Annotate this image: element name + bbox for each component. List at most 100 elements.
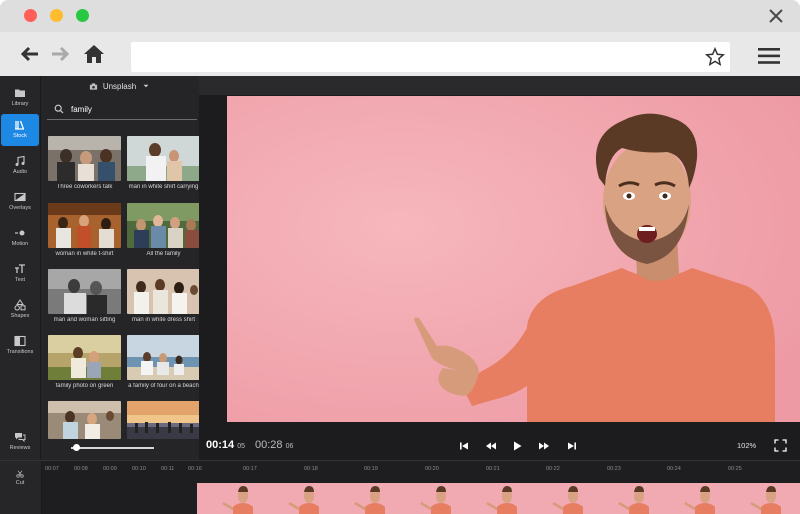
stock-result-item[interactable]: a family of four on a beach	[127, 335, 200, 389]
result-thumbnail	[48, 401, 121, 439]
tick-label: 00:16	[188, 466, 202, 472]
total-time: 00:28	[255, 439, 283, 451]
timeline-tools: Cut	[0, 461, 42, 514]
search-box	[47, 98, 197, 120]
shapes-icon	[14, 299, 26, 311]
tick-label: 00:10	[132, 466, 146, 472]
result-caption: man in white shirt carrying	[128, 184, 199, 190]
timeline: Cut 00:07 00:08 00:09 00:10 00:11 00:16 …	[0, 460, 800, 514]
video-editor: Library Stock Audio Overlays Motion Text	[0, 76, 800, 514]
camera-icon	[89, 82, 97, 90]
search-input[interactable]	[71, 101, 191, 117]
sidebar-item-label: Shapes	[10, 313, 30, 319]
scissors-icon	[16, 470, 24, 478]
rewind-icon[interactable]	[484, 439, 498, 453]
playback-controls: 00:14 05 00:28 06 102%	[199, 433, 800, 459]
address-bar[interactable]	[131, 42, 730, 72]
forward-arrow-icon[interactable]	[48, 42, 72, 66]
preview-stage: 00:14 05 00:28 06 102%	[199, 76, 800, 464]
bookmark-star-icon[interactable]	[704, 46, 726, 68]
stage-header	[199, 76, 800, 95]
tick-label: 00:18	[304, 466, 318, 472]
total-frames: 06	[285, 443, 294, 450]
sidebar-item-overlays[interactable]: Overlays	[1, 186, 39, 218]
sidebar-item-shapes[interactable]: Shapes	[1, 294, 39, 326]
tick-label: 00:11	[161, 466, 175, 472]
chevron-down-icon	[143, 84, 149, 88]
clip-frame	[791, 483, 800, 514]
minimize-window-button[interactable]	[50, 9, 63, 22]
stock-result-item[interactable]: Three coworkers talk	[48, 136, 121, 190]
stock-result-item[interactable]: woman in white t-shirt	[48, 203, 121, 257]
stock-result-item[interactable]	[127, 401, 200, 442]
sidebar-item-label: Stock	[13, 133, 27, 139]
clip-frame	[329, 483, 395, 514]
skip-to-end-icon[interactable]	[565, 439, 579, 453]
tick-label: 00:19	[364, 466, 378, 472]
slider-knob[interactable]	[73, 444, 80, 451]
home-icon[interactable]	[82, 42, 106, 66]
sidebar-item-library[interactable]: Library	[1, 82, 39, 114]
current-timecode: 00:14 05	[206, 439, 245, 451]
current-frames: 05	[237, 443, 245, 450]
result-caption: man in white dress shirt	[131, 317, 196, 323]
tick-label: 00:24	[667, 466, 681, 472]
result-caption: man and woman sitting	[53, 317, 116, 323]
tool-sidebar: Library Stock Audio Overlays Motion Text	[0, 76, 41, 514]
fast-forward-icon[interactable]	[537, 439, 551, 453]
result-caption: All the family	[146, 251, 181, 257]
clip-frame	[527, 483, 593, 514]
source-label: Unsplash	[102, 81, 137, 91]
result-thumbnail	[48, 335, 121, 380]
fullscreen-icon[interactable]	[774, 439, 787, 452]
cut-tool[interactable]: Cut	[4, 470, 36, 494]
close-icon[interactable]	[764, 4, 788, 28]
tick-label: 00:21	[486, 466, 500, 472]
back-arrow-icon[interactable]	[18, 42, 42, 66]
tick-label: 00:08	[74, 466, 88, 472]
tick-label: 00:17	[243, 466, 257, 472]
stock-icon	[15, 120, 25, 130]
timeline-ruler[interactable]: 00:07 00:08 00:09 00:10 00:11 00:16 00:1…	[42, 461, 800, 477]
sidebar-item-audio[interactable]: Audio	[1, 150, 39, 182]
skip-to-start-icon[interactable]	[457, 439, 471, 453]
sidebar-item-label: Audio	[12, 169, 28, 175]
sidebar-item-transitions[interactable]: Transitions	[1, 330, 39, 362]
stock-media-panel: Unsplash Three coworkers talk man in whi…	[41, 76, 200, 464]
clip-frame	[461, 483, 527, 514]
result-thumbnail	[127, 401, 200, 439]
source-dropdown[interactable]: Unsplash	[41, 76, 199, 96]
video-clip-track[interactable]	[197, 483, 800, 514]
tick-label: 00:07	[45, 466, 59, 472]
sidebar-item-label: Overlays	[9, 205, 31, 211]
play-icon[interactable]	[510, 439, 524, 453]
overlay-icon	[14, 192, 26, 202]
stock-result-item[interactable]: All the family	[127, 203, 200, 257]
stock-result-item[interactable]	[48, 401, 121, 442]
browser-toolbar	[0, 32, 800, 76]
video-preview[interactable]	[227, 96, 800, 422]
sidebar-item-motion[interactable]: Motion	[1, 222, 39, 254]
close-window-button[interactable]	[24, 9, 37, 22]
sidebar-item-label: Library	[11, 101, 29, 107]
stock-result-item[interactable]: man and woman sitting	[48, 269, 121, 323]
sidebar-item-text[interactable]: Text	[1, 258, 39, 290]
total-timecode: 00:28 06	[255, 439, 293, 451]
result-thumbnail	[127, 203, 200, 248]
hamburger-menu-icon[interactable]	[758, 47, 780, 65]
result-thumbnail	[48, 269, 121, 314]
stock-result-item[interactable]: man in white shirt carrying	[127, 136, 200, 190]
result-caption: a family of four on a beach	[128, 383, 199, 389]
stock-result-item[interactable]: family photo on green	[48, 335, 121, 389]
result-caption: Three coworkers talk	[56, 184, 113, 190]
sidebar-item-stock[interactable]: Stock	[1, 114, 39, 146]
sidebar-item-reviews[interactable]: Reviews	[1, 426, 39, 458]
result-thumbnail	[127, 136, 200, 181]
video-frame	[227, 96, 800, 422]
thumbnail-size-slider[interactable]	[71, 444, 154, 451]
clip-frame	[263, 483, 329, 514]
zoom-level[interactable]: 102%	[737, 441, 756, 450]
maximize-window-button[interactable]	[76, 9, 89, 22]
stock-result-item[interactable]: man in white dress shirt	[127, 269, 200, 323]
result-caption: woman in white t-shirt	[55, 251, 114, 257]
